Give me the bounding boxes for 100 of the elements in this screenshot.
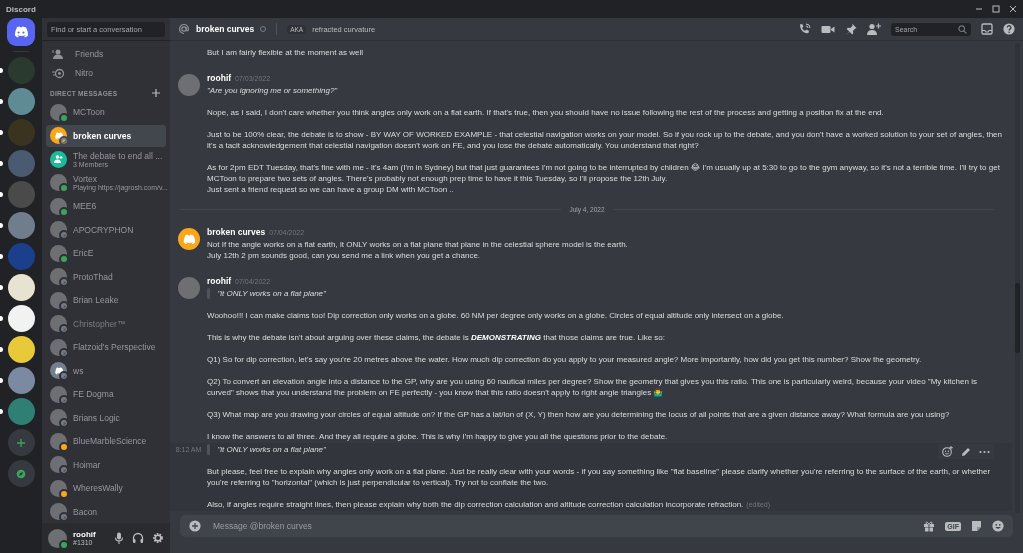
avatar-placeholder	[177, 277, 200, 299]
settings-icon[interactable]	[152, 532, 164, 544]
message-text: As for 2pm EDT Tuesday, that's fine with me - it's 4am (I'm in Sydney) but that just guarantees I'm not going to be interrupted by children 😂 I'm usually up at 5:30 to go to the gym anyway, so it's not a terrible time. I'll try to get MCToon to prepare two sets of angles. There's probably not enough prep time to have it this Tuesday, so I'll propose the 12th July. Just sent a friend request so we can have a group DM with MCToon ..	[207, 163, 1000, 194]
pin-icon[interactable]	[845, 23, 857, 35]
nav-item[interactable]: Friends	[46, 45, 166, 63]
dm-name: Brians Logic	[73, 412, 120, 423]
friends-icon	[52, 48, 65, 60]
dm-item[interactable]: Brians Logic	[46, 406, 166, 429]
help-icon[interactable]	[1003, 23, 1015, 35]
avatar-placeholder	[50, 456, 67, 474]
explore-button[interactable]	[7, 460, 35, 487]
minimize-icon[interactable]	[975, 5, 983, 13]
user-name: roohif	[73, 530, 96, 539]
avatar-placeholder	[50, 432, 67, 450]
window-title: Discord	[6, 4, 36, 14]
dm-name: APOCRYPHON	[73, 224, 134, 235]
nav-item[interactable]: Nitro	[46, 64, 166, 82]
message-text: But please, feel free to explain why angles only work on a flat plane. Just be really clear with your words - if you say something like "flat baseline" please clarify whether you're referring to the surface of the earth, or whether you're referring to "horizontal" (which is just perpendicular to vertical). Try not to conflate the two.	[207, 467, 991, 487]
message-text: This is why the debate isn't about arguing over these claims, the debate is DEMONSTRATING that those claims are true. Like so:	[207, 333, 666, 342]
avatar-placeholder	[50, 385, 67, 403]
message-text: Nope, as I said, I don't care whether you think angles only work on a flat earth. If that's true, then you should have no issue following the rest of the process and getting a position fix at the end.	[207, 108, 884, 117]
plus-icon[interactable]	[152, 89, 160, 97]
dm-name: MCToon	[73, 107, 105, 118]
dm-item[interactable]: MCToon	[46, 101, 166, 124]
message-text: Just to be 100% clear, the debate is to show - BY WAY OF WORKED EXAMPLE - that celestial navigation works on your model. So if you rock up to the debate, and you don't have a worked solution to your set of angles, then it's a tacit acknowledgement that celestial navigation doesn't work on FE, and you lose the debate automatically. You understand that right?	[207, 130, 1002, 150]
add-reaction-icon[interactable]	[942, 446, 953, 457]
default-avatar-icon	[50, 362, 67, 380]
dm-item[interactable]: EricE	[46, 242, 166, 265]
message-text: Woohoo!!! I can make claims too! Dip correction only works on a globe. 60 NM per degree only works on a globe. Circles of equal altitude only intersect on a globe.	[207, 311, 784, 320]
close-icon[interactable]	[1009, 5, 1017, 13]
dm-name: FE Dogma	[73, 389, 114, 400]
default-avatar-icon	[50, 127, 67, 145]
compass-icon	[16, 468, 26, 479]
dm-item[interactable]: Hoimar	[46, 453, 166, 476]
message-text: I know the answers to all three. And they all require a globe. This is why I'm happy to give you all the questions prior to the debate.	[207, 432, 668, 441]
avatar-placeholder	[50, 268, 67, 286]
add-member-icon[interactable]	[867, 23, 881, 35]
gift-icon[interactable]	[923, 520, 936, 532]
server-icon[interactable]	[7, 305, 35, 332]
dm-name: The debate to end all ...	[73, 150, 163, 161]
discord-logo-icon	[13, 26, 29, 38]
maximize-icon[interactable]	[992, 5, 1000, 13]
avatar-placeholder	[50, 338, 67, 356]
dm-name: WheresWally	[73, 483, 123, 494]
quote-text: "it ONLY works on a flat plane"	[217, 288, 326, 299]
dm-item[interactable]: BlueMarbleScience	[46, 430, 166, 453]
author-name[interactable]: roohif	[207, 72, 232, 84]
dm-item[interactable]: Christopher™	[46, 312, 166, 335]
dm-item[interactable]: WheresWally	[46, 477, 166, 500]
dm-name: broken curves	[73, 130, 132, 141]
avatar-placeholder	[50, 409, 67, 427]
plus-icon	[16, 437, 26, 448]
plus-circle-icon[interactable]	[189, 520, 201, 532]
author-name[interactable]: broken curves	[207, 226, 266, 238]
dm-item[interactable]: broken curves	[46, 124, 166, 147]
dm-item[interactable]: ProtoThad	[46, 265, 166, 288]
dm-name: Bacon	[73, 506, 98, 517]
dm-item[interactable]: MEE6	[46, 195, 166, 218]
dm-item[interactable]: Flatzoid's Perspective	[46, 336, 166, 359]
headphones-icon[interactable]	[132, 532, 144, 544]
author-name[interactable]: roohif	[207, 275, 232, 287]
dm-item[interactable]: ws	[46, 359, 166, 382]
search-icon	[958, 24, 967, 34]
video-camera-icon[interactable]	[821, 23, 835, 35]
group-icon	[50, 150, 67, 168]
avatar-placeholder	[50, 291, 67, 309]
avatar-placeholder	[50, 221, 67, 239]
add-server-button[interactable]	[7, 429, 35, 456]
message-field[interactable]: Message @broken curves	[211, 520, 914, 532]
sticker-icon[interactable]	[971, 520, 982, 532]
dm-name: ws	[73, 365, 84, 376]
message-text: Not If the angle works on a flat earth, it ONLY works on a flat plane that plane in the celestial sphere model is the earth. July 12th 2 pm sounds good, can you send me a link when you get a chance.	[207, 240, 628, 260]
message-text: Q1) So for dip correction, let's say you're 20 metres above the water. How much dip correction do you apply to your measured angle? More importantly, how did you get this number? Show the geometry.	[207, 355, 922, 364]
server-icon[interactable]	[7, 336, 35, 363]
avatar-placeholder	[177, 74, 200, 96]
microphone-icon[interactable]	[114, 532, 124, 544]
dm-name: EricE	[73, 248, 94, 259]
emoji-icon[interactable]	[992, 520, 1004, 532]
pencil-icon[interactable]	[961, 446, 971, 457]
scrollbar-thumb[interactable]	[1015, 283, 1020, 353]
dm-item[interactable]: FE Dogma	[46, 383, 166, 406]
at-sign-icon	[178, 23, 190, 35]
dm-name: Christopher™	[73, 318, 126, 329]
dm-name: MEE6	[73, 201, 97, 212]
call-icon[interactable]	[798, 22, 811, 36]
home-button[interactable]	[7, 18, 35, 46]
dm-name: Flatzoid's Perspective	[73, 342, 156, 353]
default-avatar-icon	[177, 228, 200, 250]
avatar-placeholder	[50, 197, 67, 215]
server-icon[interactable]	[7, 274, 35, 301]
dm-item[interactable]: Brian Leake	[46, 289, 166, 312]
dm-name: BlueMarbleScience	[73, 436, 147, 447]
inbox-icon[interactable]	[981, 23, 993, 35]
dm-name: Brian Leake	[73, 295, 119, 306]
more-icon[interactable]	[979, 449, 990, 454]
dm-item[interactable]: APOCRYPHON	[46, 218, 166, 241]
avatar-placeholder	[50, 503, 67, 521]
quote-text: "it ONLY works on a flat plane"	[217, 444, 326, 455]
message-text: Q3) What map are you drawing your circles of equal altitude on? If the GP has a lat/lon of (X, Y) then how are you determining the locus of all points that are a given distance away? What formula are you using?	[207, 410, 950, 419]
message-text: Q2) To convert an elevation angle into a distance to the GP, why are you using 60 nautical miles per degree? Show the geometry that gives you this ratio. This one is particularly weird, because your video "My kitchen is curved" shows that you understand the problem on FE perfectly - you know that this ratio doesn't apply to right angle triangles 🤷‍♂	[207, 377, 977, 397]
